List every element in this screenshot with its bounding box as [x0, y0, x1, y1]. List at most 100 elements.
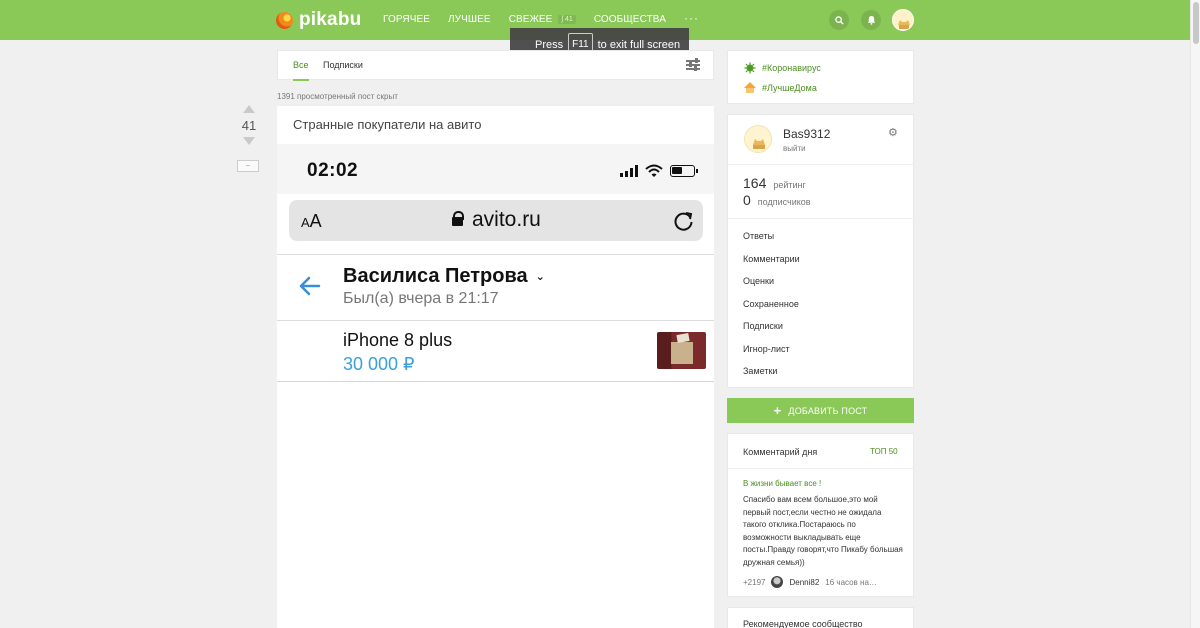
cellular-signal-icon: [620, 165, 640, 177]
gear-icon[interactable]: ⚙: [888, 128, 899, 139]
top-50-link[interactable]: ТОП 50: [870, 447, 898, 456]
url-text: avito.ru: [472, 208, 541, 231]
divider: [728, 468, 914, 469]
comment-of-day-title: Комментарий дня: [743, 447, 818, 457]
virus-icon: [744, 62, 756, 74]
bell-icon: [867, 15, 875, 25]
nav-fresh[interactable]: СВЕЖЕЕ: [509, 14, 553, 25]
comment-rating: +2197: [743, 577, 766, 587]
menu-answers[interactable]: Ответы: [743, 231, 774, 241]
subscribers-stat: 0 подписчиков: [743, 192, 811, 208]
menu-notes[interactable]: Заметки: [743, 366, 777, 376]
post-image: 02:02 AA avito.ru Василиса Петрова ⌄ Был(…: [277, 144, 714, 382]
rating-label: рейтинг: [773, 180, 806, 190]
listing-price: 30 000 ₽: [343, 354, 415, 374]
comment-text: Спасибо вам всем большое,это мой первый …: [743, 495, 903, 567]
comment-time: 16 часов на…: [825, 577, 877, 587]
pikabu-logo-icon: [276, 11, 293, 29]
menu-subscriptions[interactable]: Подписки: [743, 321, 783, 331]
plus-icon: +: [773, 403, 782, 418]
filter-settings-icon[interactable]: [686, 58, 700, 71]
tag-coronavirus[interactable]: #Коронавирус: [744, 62, 821, 74]
back-arrow-icon: [299, 276, 321, 296]
logout-link[interactable]: выйти: [783, 144, 806, 153]
toast-text-after: to exit full screen: [597, 38, 681, 51]
contact-name-text: Василиса Петрова: [343, 265, 528, 287]
divider: [277, 254, 714, 255]
user-avatar[interactable]: [744, 125, 772, 153]
user-card: Bas9312 выйти ⚙ 164 рейтинг 0 подписчико…: [727, 114, 914, 388]
add-post-button[interactable]: + ДОБАВИТЬ ПОСТ: [727, 398, 914, 423]
main-nav: ГОРЯЧЕЕ ЛУЧШЕЕ СВЕЖЕЕ ʃ 41 СООБЩЕСТВА ··…: [383, 11, 699, 26]
divider: [277, 320, 714, 321]
tab-subscriptions[interactable]: Подписки: [323, 60, 363, 70]
avatar-cat-icon: [893, 10, 913, 30]
tag-better-at-home[interactable]: #ЛучшеДома: [744, 82, 817, 94]
hidden-posts-note: 1391 просмотренный пост скрыт: [277, 92, 398, 101]
tag-label: #Коронавирус: [762, 63, 821, 73]
comment-author[interactable]: Denni82: [789, 578, 819, 587]
scrollbar-thumb[interactable]: [1193, 2, 1199, 44]
wifi-icon: [645, 164, 663, 177]
divider: [277, 381, 714, 382]
menu-comments[interactable]: Комментарии: [743, 254, 800, 264]
feed-tabs: Все Подписки: [277, 50, 714, 81]
header-avatar[interactable]: [892, 9, 914, 31]
nav-communities[interactable]: СООБЩЕСТВА: [594, 14, 666, 25]
contact-last-seen: Был(а) вчера в 21:17: [343, 290, 499, 307]
subscribers-label: подписчиков: [757, 197, 811, 207]
menu-saved[interactable]: Сохраненное: [743, 299, 799, 309]
search-icon: [834, 15, 844, 25]
post-title[interactable]: Странные покупатели на авито: [293, 117, 481, 132]
collapse-post-button[interactable]: –: [237, 160, 259, 172]
pikabu-logo[interactable]: pikabu: [276, 9, 361, 31]
reload-icon: [674, 212, 693, 231]
comment-post-link[interactable]: В жизни бывает все !: [743, 479, 821, 488]
subscribers-value: 0: [743, 192, 751, 208]
add-post-label: ДОБАВИТЬ ПОСТ: [788, 405, 868, 416]
lock-icon: [452, 211, 464, 226]
house-icon: [744, 82, 756, 94]
divider: [728, 218, 914, 219]
post-card: Странные покупатели на авито 02:02 AA av…: [277, 106, 714, 628]
avatar-cat-icon: [753, 139, 765, 149]
nav-best[interactable]: ЛУЧШЕЕ: [448, 14, 491, 25]
rating-stat: 164 рейтинг: [743, 175, 806, 191]
rating-value: 164: [743, 175, 767, 191]
username[interactable]: Bas9312: [783, 127, 830, 141]
phone-status-area: 02:02 AA avito.ru: [277, 144, 714, 241]
notifications-button[interactable]: [861, 10, 881, 30]
author-avatar[interactable]: [771, 576, 784, 588]
tags-card: #Коронавирус #ЛучшеДома: [727, 50, 914, 104]
phone-time: 02:02: [307, 160, 359, 181]
nav-hot[interactable]: ГОРЯЧЕЕ: [383, 14, 430, 25]
active-tab-indicator: [293, 79, 309, 81]
comment-of-day-card: Комментарий дня ТОП 50 В жизни бывает вс…: [727, 433, 914, 597]
chevron-down-icon: ⌄: [535, 271, 545, 283]
menu-ignore-list[interactable]: Игнор-лист: [743, 344, 790, 354]
listing-title: iPhone 8 plus: [343, 330, 453, 350]
tag-label: #ЛучшеДома: [762, 83, 817, 93]
upvote-arrow-icon[interactable]: [243, 105, 255, 113]
tab-all[interactable]: Все: [293, 60, 309, 70]
rss-icon: ʃ: [561, 16, 564, 23]
toast-text-before: Press: [535, 38, 564, 51]
divider: [728, 164, 914, 165]
fresh-count: 41: [565, 16, 573, 23]
more-menu-button[interactable]: ···: [684, 11, 699, 25]
recommended-community-card: Рекомендуемое сообщество: [727, 607, 914, 628]
recommended-community-title: Рекомендуемое сообщество: [743, 619, 863, 628]
menu-ratings[interactable]: Оценки: [743, 276, 774, 286]
fresh-count-badge: ʃ 41: [558, 15, 576, 24]
contact-name: Василиса Петрова ⌄: [343, 265, 545, 288]
search-button[interactable]: [829, 10, 849, 30]
text-size-label: AA: [301, 211, 322, 231]
comment-meta: +2197 Denni82 16 часов на…: [743, 576, 877, 588]
post-rating: 41: [241, 118, 257, 133]
battery-icon: [670, 165, 698, 177]
listing-thumbnail: [657, 332, 706, 369]
page-scrollbar[interactable]: [1190, 0, 1200, 628]
browser-url-bar: AA avito.ru: [289, 200, 703, 241]
logo-text: pikabu: [299, 9, 362, 30]
downvote-arrow-icon[interactable]: [243, 137, 255, 145]
